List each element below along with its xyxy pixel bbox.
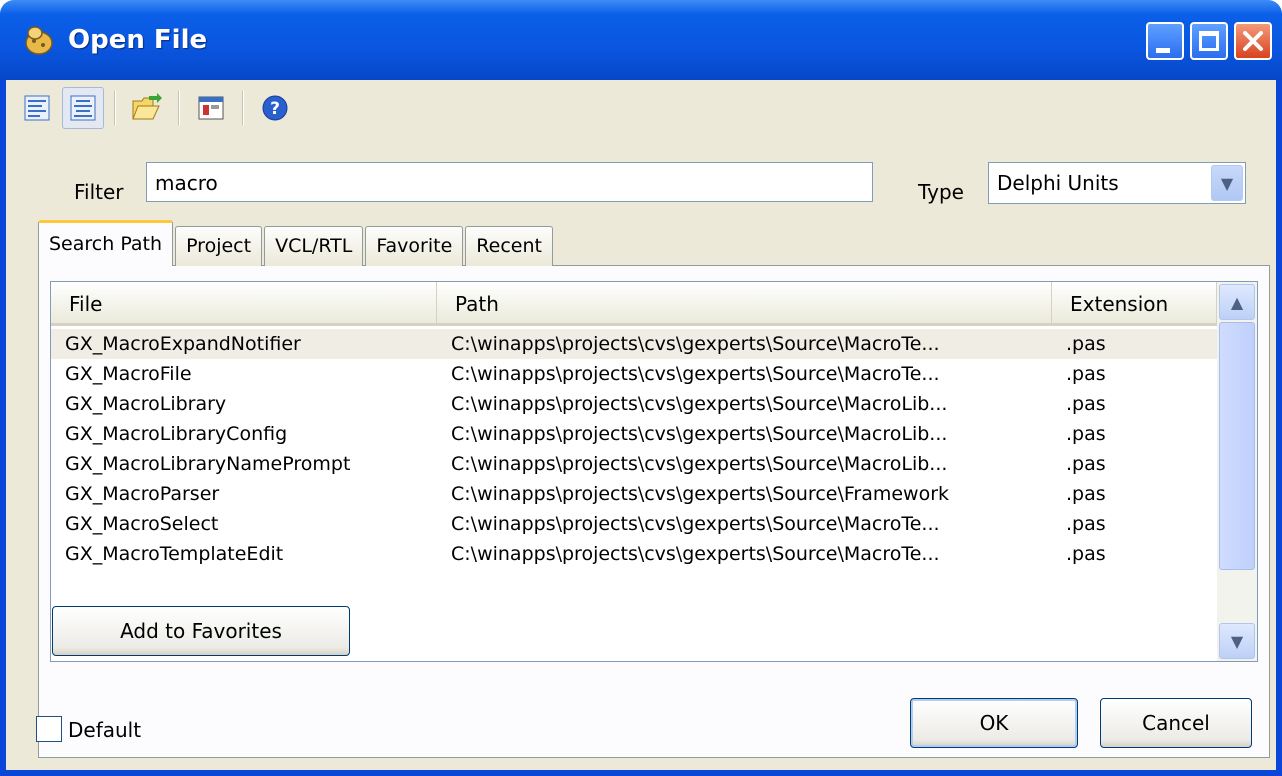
tab-search-path[interactable]: Search Path — [38, 220, 174, 266]
default-checkbox[interactable] — [36, 716, 62, 742]
list-view-icon — [24, 95, 50, 121]
details-view-button[interactable] — [62, 87, 104, 129]
svg-text:?: ? — [270, 99, 280, 119]
cell-path: C:\winapps\projects\cvs\gexperts\Source\… — [451, 453, 948, 475]
type-select[interactable]: Delphi Units ▼ — [988, 162, 1246, 204]
type-label: Type — [918, 180, 964, 204]
title-bar[interactable]: Open File — [0, 0, 1282, 80]
cell-extension: .pas — [1066, 333, 1106, 355]
window-title: Open File — [68, 25, 208, 55]
filter-label: Filter — [74, 180, 124, 204]
table-row[interactable]: GX_MacroLibrary C:\winapps\projects\cvs\… — [51, 389, 1217, 419]
list-view-button[interactable] — [16, 87, 58, 129]
close-button[interactable] — [1234, 22, 1272, 60]
open-folder-button[interactable] — [126, 87, 168, 129]
open-folder-icon — [132, 93, 162, 120]
tab-recent[interactable]: Recent — [465, 226, 553, 266]
ok-button[interactable]: OK — [910, 698, 1078, 748]
cell-path: C:\winapps\projects\cvs\gexperts\Source\… — [451, 483, 950, 505]
cell-extension: .pas — [1066, 453, 1106, 475]
cell-path: C:\winapps\projects\cvs\gexperts\Source\… — [451, 543, 940, 565]
cell-path: C:\winapps\projects\cvs\gexperts\Source\… — [451, 333, 940, 355]
cell-file: GX_MacroParser — [65, 483, 220, 505]
cell-file: GX_MacroLibraryConfig — [65, 423, 288, 445]
scroll-down-icon[interactable]: ▼ — [1219, 623, 1255, 659]
minimize-button[interactable] — [1146, 22, 1184, 60]
toolbar-separator — [114, 91, 116, 125]
cancel-button[interactable]: Cancel — [1100, 698, 1252, 748]
tab-project[interactable]: Project — [175, 226, 263, 266]
cell-file: GX_MacroFile — [65, 363, 192, 385]
column-header-path[interactable]: Path — [437, 282, 1052, 326]
window-button[interactable] — [190, 87, 232, 129]
table-row[interactable]: GX_MacroParser C:\winapps\projects\cvs\g… — [51, 479, 1217, 509]
cell-path: C:\winapps\projects\cvs\gexperts\Source\… — [451, 423, 948, 445]
cell-extension: .pas — [1066, 513, 1106, 535]
tab-vcl-rtl[interactable]: VCL/RTL — [264, 226, 364, 266]
list-rows: GX_MacroExpandNotifier C:\winapps\projec… — [51, 329, 1217, 569]
cell-file: GX_MacroExpandNotifier — [65, 333, 301, 355]
column-header-file[interactable]: File — [51, 282, 437, 326]
cell-file: GX_MacroTemplateEdit — [65, 543, 284, 565]
cell-extension: .pas — [1066, 393, 1106, 415]
cell-path: C:\winapps\projects\cvs\gexperts\Source\… — [451, 393, 948, 415]
table-row[interactable]: GX_MacroLibraryNamePrompt C:\winapps\pro… — [51, 449, 1217, 479]
maximize-button[interactable] — [1190, 22, 1228, 60]
scroll-thumb[interactable] — [1219, 322, 1255, 570]
app-icon — [25, 26, 53, 55]
tab-strip: Search Path Project VCL/RTL Favorite Rec… — [38, 220, 555, 266]
default-checkbox-label: Default — [68, 718, 142, 742]
type-select-value: Delphi Units — [997, 171, 1119, 195]
table-row[interactable]: GX_MacroSelect C:\winapps\projects\cvs\g… — [51, 509, 1217, 539]
close-icon — [1243, 31, 1263, 51]
scroll-up-icon[interactable]: ▲ — [1219, 284, 1255, 320]
cell-extension: .pas — [1066, 543, 1106, 565]
dialog-body: ? Filter macro Type Delphi Units ▼ Searc… — [6, 80, 1276, 770]
cell-file: GX_MacroSelect — [65, 513, 219, 535]
cell-path: C:\winapps\projects\cvs\gexperts\Source\… — [451, 513, 940, 535]
cell-file: GX_MacroLibrary — [65, 393, 227, 415]
details-view-icon — [70, 95, 96, 121]
cell-extension: .pas — [1066, 423, 1106, 445]
table-row[interactable]: GX_MacroFile C:\winapps\projects\cvs\gex… — [51, 359, 1217, 389]
list-header: File Path Extension — [51, 282, 1217, 326]
file-list[interactable]: File Path Extension GX_MacroExpandNotifi… — [50, 281, 1258, 662]
window-icon — [198, 96, 224, 120]
vertical-scrollbar[interactable]: ▲ ▼ — [1217, 282, 1257, 661]
toolbar: ? — [16, 86, 296, 130]
cell-extension: .pas — [1066, 483, 1106, 505]
add-to-favorites-button[interactable]: Add to Favorites — [52, 606, 350, 656]
help-button[interactable]: ? — [254, 87, 296, 129]
cell-path: C:\winapps\projects\cvs\gexperts\Source\… — [451, 363, 940, 385]
toolbar-separator — [242, 91, 244, 125]
tab-favorite[interactable]: Favorite — [365, 226, 464, 266]
table-row[interactable]: GX_MacroTemplateEdit C:\winapps\projects… — [51, 539, 1217, 569]
table-row[interactable]: GX_MacroExpandNotifier C:\winapps\projec… — [51, 329, 1217, 359]
filter-input[interactable]: macro — [146, 162, 873, 202]
toolbar-separator — [178, 91, 180, 125]
cell-file: GX_MacroLibraryNamePrompt — [65, 453, 351, 475]
open-file-window: Open File ? Filter macro Type Delphi Uni… — [0, 0, 1282, 776]
column-header-extension[interactable]: Extension — [1052, 282, 1217, 326]
help-icon: ? — [262, 95, 288, 121]
chevron-down-icon[interactable]: ▼ — [1211, 165, 1243, 201]
table-row[interactable]: GX_MacroLibraryConfig C:\winapps\project… — [51, 419, 1217, 449]
cell-extension: .pas — [1066, 363, 1106, 385]
